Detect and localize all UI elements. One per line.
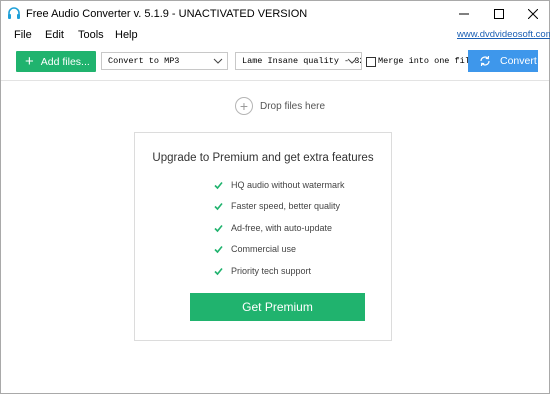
get-premium-button[interactable]: Get Premium [190, 293, 365, 321]
feature-text: Faster speed, better quality [231, 201, 341, 211]
premium-panel: Upgrade to Premium and get extra feature… [134, 132, 392, 341]
feature-text: Ad-free, with auto-update [231, 223, 333, 233]
add-files-button[interactable]: + Add files... [16, 51, 96, 72]
merge-label[interactable]: Merge into one file [378, 56, 475, 66]
drop-zone[interactable]: + Drop files here [235, 96, 325, 116]
headphones-icon [8, 7, 20, 19]
website-link[interactable]: www.dvdvideosoft.com [457, 29, 550, 40]
convert-label: Convert [500, 55, 537, 67]
menu-file[interactable]: File [14, 29, 32, 41]
close-icon [528, 9, 538, 19]
app-window: Free Audio Converter v. 5.1.9 - UNACTIVA… [0, 0, 550, 394]
feature-text: HQ audio without watermark [231, 180, 345, 190]
merge-checkbox[interactable] [366, 57, 376, 67]
convert-button[interactable]: Convert [468, 50, 538, 72]
add-circle-icon: + [235, 97, 253, 115]
drop-files-label: Drop files here [260, 100, 326, 112]
refresh-icon [480, 55, 490, 67]
menu-edit[interactable]: Edit [45, 29, 64, 41]
plus-icon: + [25, 53, 34, 70]
feature-item: Commercial use [214, 243, 296, 255]
quality-select-value: Lame Insane quality - 32 [242, 56, 362, 66]
check-icon [214, 224, 223, 232]
format-select[interactable]: Convert to MP3 [101, 52, 228, 70]
chevron-down-icon [213, 58, 223, 64]
maximize-icon [494, 9, 504, 19]
menu-tools[interactable]: Tools [78, 29, 104, 41]
close-button[interactable] [516, 1, 550, 27]
minimize-button[interactable] [447, 1, 481, 27]
menu-bar: File Edit Tools Help www.dvdvideosoft.co… [1, 27, 550, 43]
chevron-down-icon [347, 58, 357, 64]
check-icon [214, 181, 223, 189]
feature-item: Priority tech support [214, 265, 311, 277]
quality-select[interactable]: Lame Insane quality - 32 [235, 52, 362, 70]
check-icon [214, 202, 223, 210]
format-select-value: Convert to MP3 [108, 56, 180, 66]
add-files-label: Add files... [40, 55, 90, 68]
window-title: Free Audio Converter v. 5.1.9 - UNACTIVA… [26, 8, 308, 20]
feature-item: Ad-free, with auto-update [214, 222, 332, 234]
title-bar: Free Audio Converter v. 5.1.9 - UNACTIVA… [1, 1, 549, 27]
check-icon [214, 267, 223, 275]
feature-item: Faster speed, better quality [214, 200, 340, 212]
maximize-button[interactable] [482, 1, 516, 27]
feature-text: Priority tech support [231, 266, 312, 276]
check-icon [214, 245, 223, 253]
feature-item: HQ audio without watermark [214, 179, 345, 191]
minimize-icon [459, 13, 469, 15]
premium-title: Upgrade to Premium and get extra feature… [152, 152, 374, 164]
menu-help[interactable]: Help [115, 29, 138, 41]
feature-text: Commercial use [231, 244, 297, 254]
toolbar: + Add files... Convert to MP3 Lame Insan… [1, 45, 549, 81]
